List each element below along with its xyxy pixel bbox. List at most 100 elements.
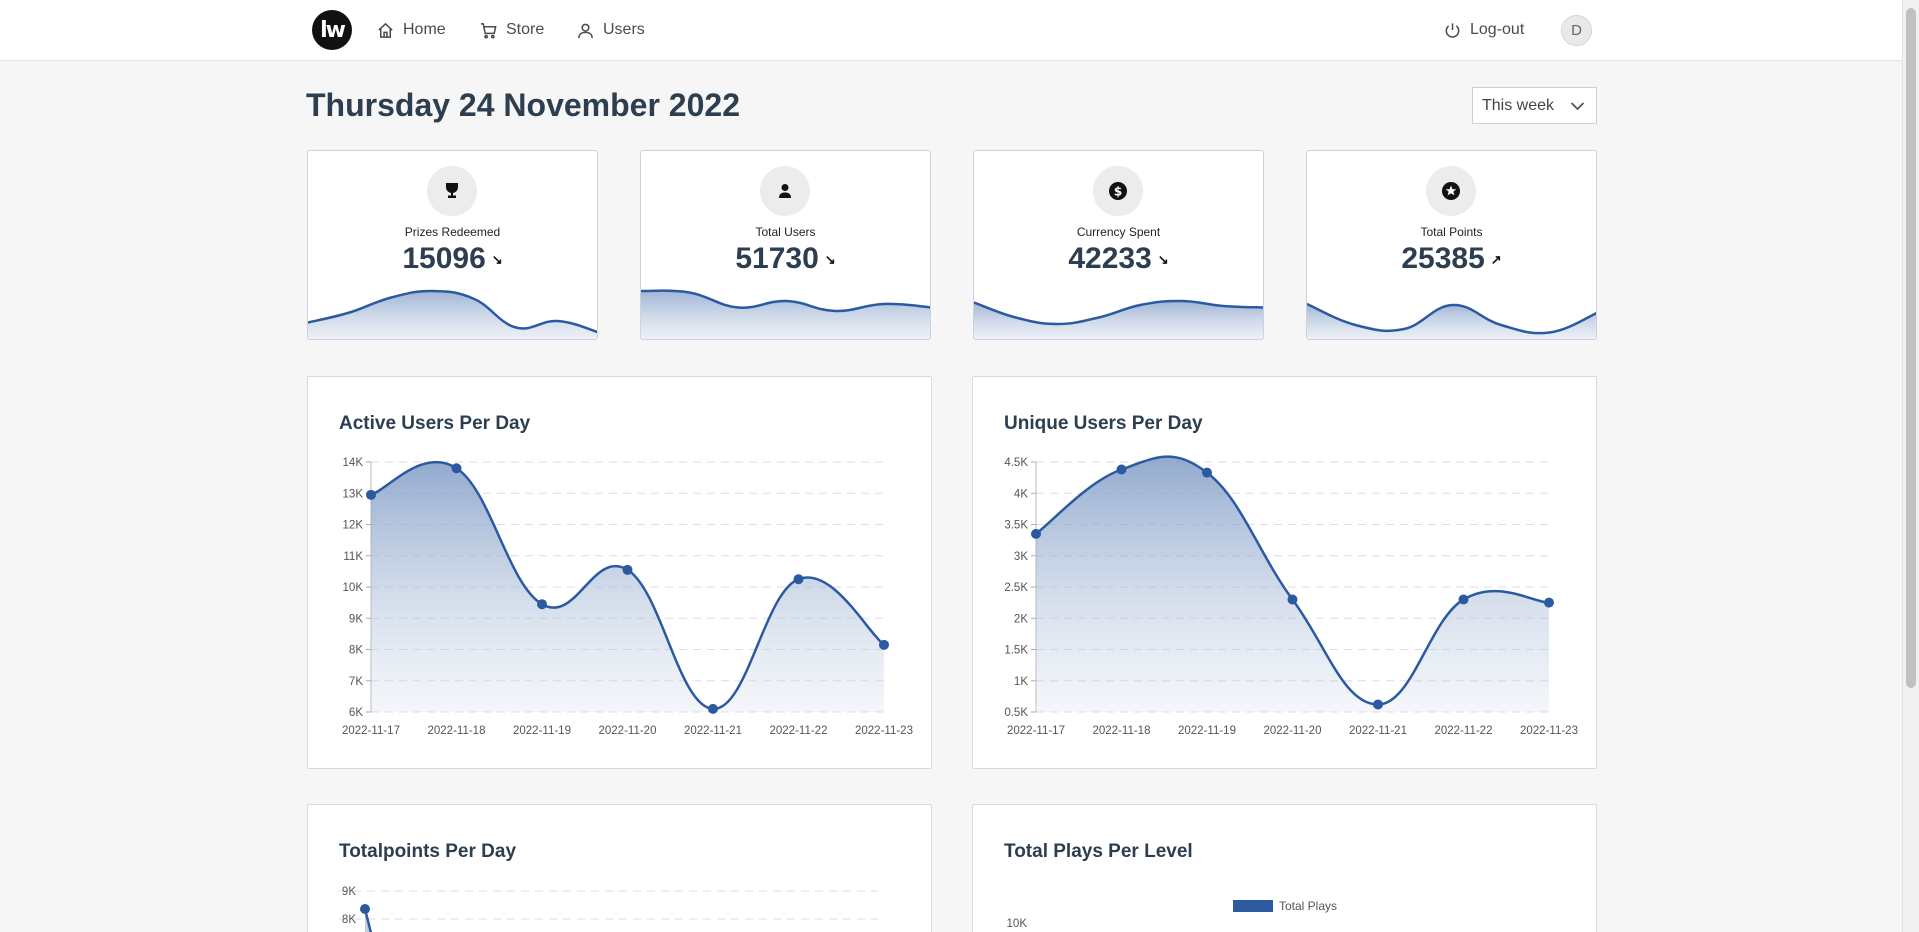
total-points-chart: 9K 8K <box>339 886 878 932</box>
y-tick-label: 13K <box>343 488 364 500</box>
area-fill <box>371 462 884 712</box>
y-tick-label: 2K <box>1014 613 1028 625</box>
area-fill <box>1036 456 1549 712</box>
x-tick-label: 2022-11-23 <box>1520 725 1578 737</box>
y-tick-label: 1K <box>1014 676 1028 688</box>
x-tick-label: 2022-11-18 <box>428 725 486 737</box>
y-tick-label: 9K <box>342 886 356 898</box>
stat-label: Total Users <box>755 225 816 239</box>
y-tick-label: 6K <box>349 707 363 719</box>
dollar-icon: $ <box>1109 182 1127 200</box>
y-tick-label: 3.5K <box>1004 520 1028 532</box>
sparkline-fill <box>641 290 930 339</box>
user-icon <box>779 184 791 198</box>
data-point[interactable] <box>1116 464 1127 475</box>
power-icon <box>1445 22 1460 38</box>
data-point[interactable] <box>1373 699 1383 710</box>
data-point[interactable] <box>622 564 633 575</box>
x-tick-label: 2022-11-17 <box>342 725 400 737</box>
data-point[interactable] <box>537 599 547 610</box>
date-range-select[interactable]: This week <box>1472 87 1597 124</box>
data-point[interactable] <box>1544 597 1554 608</box>
trend-down-icon: ↘ <box>824 252 836 267</box>
y-tick-label: 1.5K <box>1004 645 1028 657</box>
svg-text:$: $ <box>1114 185 1122 199</box>
sparkline-fill <box>1307 304 1596 339</box>
data-point[interactable] <box>708 703 718 714</box>
y-tick-label: 3K <box>1014 551 1028 563</box>
chevron-down-icon <box>1570 102 1585 111</box>
scrollbar-thumb[interactable] <box>1906 8 1916 688</box>
stat-label: Currency Spent <box>1076 225 1161 239</box>
stat-value: 42233 <box>1068 242 1152 275</box>
nav-store-label: Store <box>506 21 545 38</box>
data-point <box>360 904 370 914</box>
stat-card-prizes: Prizes Redeemed 15096 ↘ <box>307 150 598 340</box>
user-outline-icon <box>578 23 593 38</box>
data-point[interactable] <box>1458 594 1469 605</box>
y-tick-label: 7K <box>349 676 363 688</box>
stat-card-currency: $ Currency Spent 42233 ↘ <box>973 150 1264 340</box>
nav-users[interactable]: Users <box>576 18 645 42</box>
page-scrollbar[interactable] <box>1902 0 1919 932</box>
sparkline <box>1307 302 1596 339</box>
chart-card-total-plays: Total Plays Per Level Total Plays 10K <box>972 804 1597 932</box>
trend-up-icon: ↗ <box>1490 252 1502 267</box>
data-point[interactable] <box>366 489 376 500</box>
nav-store[interactable]: Store <box>479 18 544 42</box>
x-tick-label: 2022-11-19 <box>513 725 571 737</box>
stat-value: 25385 <box>1401 242 1485 275</box>
unique-users-chart: 0.5K 1K 1.5K 2K 2.5K 3K 3.5K 4K 4.5K 2022-11-17 20… <box>1004 455 1578 737</box>
nav-home[interactable]: Home <box>376 18 446 42</box>
stat-icon-badge: $ <box>1093 166 1143 216</box>
y-tick-label: 8K <box>349 645 363 657</box>
y-tick-label: 8K <box>342 914 356 926</box>
data-point[interactable] <box>1287 594 1298 605</box>
legend-label: Total Plays <box>1279 899 1337 913</box>
active-users-chart: 6K 7K 8K 9K 10K 11K 12K 13K 14K 2022-11-17 2022-11… <box>342 457 913 737</box>
data-point[interactable] <box>793 574 804 585</box>
y-tick-label: 0.5K <box>1004 707 1028 719</box>
legend-swatch <box>1233 900 1273 912</box>
home-icon <box>378 22 393 38</box>
x-tick-label: 2022-11-19 <box>1178 725 1236 737</box>
x-tick-label: 2022-11-20 <box>599 725 657 737</box>
avatar[interactable]: D <box>1561 15 1592 46</box>
y-tick-label: 11K <box>343 551 363 563</box>
brand-logo[interactable]: lw <box>312 10 352 50</box>
stat-icon-badge <box>427 166 477 216</box>
stat-value: 15096 <box>402 242 486 275</box>
cart-icon <box>480 22 497 39</box>
y-tick-label: 2.5K <box>1004 582 1028 594</box>
y-tick-label: 14K <box>343 457 364 469</box>
data-point[interactable] <box>879 639 889 650</box>
data-point[interactable] <box>1031 528 1041 539</box>
x-tick-label: 2022-11-23 <box>855 725 913 737</box>
stat-icon-badge <box>1426 166 1476 216</box>
stat-label: Total Points <box>1420 225 1483 239</box>
total-plays-chart: Total Plays 10K <box>1007 899 1338 930</box>
stat-value: 51730 <box>735 242 819 275</box>
logout-label: Log-out <box>1470 21 1525 38</box>
chart-card-active-users: Active Users Per Day 6K 7K 8K 9K 10K 11K 12K 13… <box>307 376 932 769</box>
x-tick-label: 2022-11-20 <box>1264 725 1322 737</box>
y-tick-label: 10K <box>1007 918 1028 930</box>
y-tick-label: 12K <box>343 520 364 532</box>
data-point[interactable] <box>1202 467 1212 478</box>
y-tick-label: 9K <box>349 613 363 625</box>
chart-card-total-points: Totalpoints Per Day 9K 8K <box>307 804 932 932</box>
x-tick-label: 2022-11-22 <box>1435 725 1493 737</box>
x-tick-label: 2022-11-17 <box>1007 725 1065 737</box>
x-tick-label: 2022-11-18 <box>1093 725 1151 737</box>
trophy-icon <box>446 183 458 198</box>
sparkline <box>974 299 1263 339</box>
data-point[interactable] <box>451 463 462 474</box>
x-tick-label: 2022-11-21 <box>684 725 742 737</box>
top-navbar: lw Home Store Users Log-out D <box>0 0 1902 61</box>
y-tick-label: 4K <box>1014 488 1028 500</box>
nav-users-label: Users <box>603 21 645 38</box>
x-tick-label: 2022-11-21 <box>1349 725 1407 737</box>
sparkline <box>641 289 930 339</box>
logout-button[interactable]: Log-out <box>1443 18 1524 42</box>
stat-label: Prizes Redeemed <box>404 225 501 239</box>
